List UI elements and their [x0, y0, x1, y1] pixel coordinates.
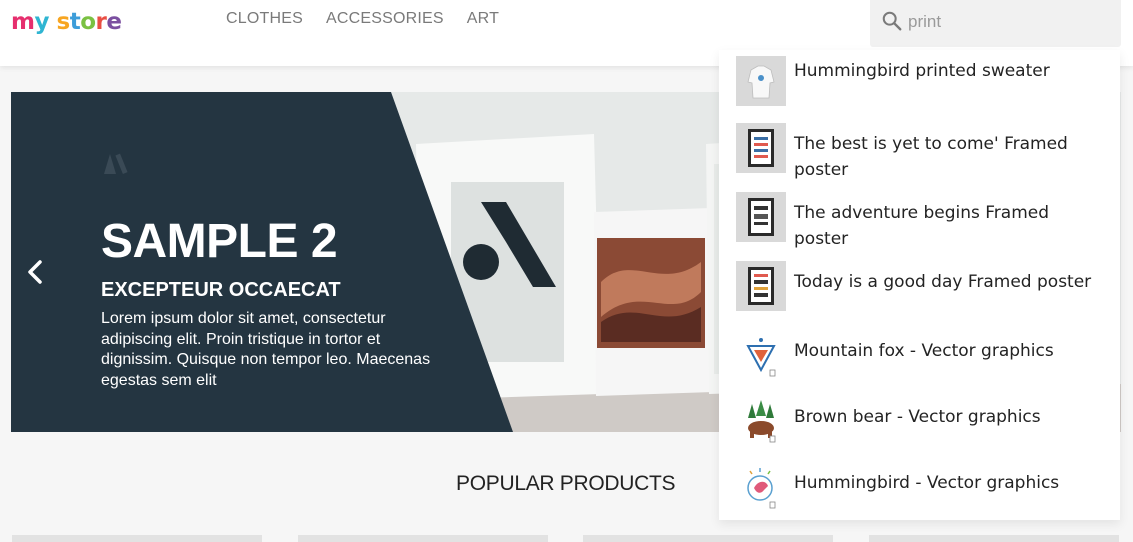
slide-title: SAMPLE 2 — [101, 215, 338, 268]
store-logo[interactable]: my store — [11, 7, 122, 37]
chevron-left-icon[interactable] — [25, 257, 45, 287]
product-thumbnail — [736, 330, 786, 380]
product-thumbnail — [736, 192, 786, 242]
search-results-dropdown: Hummingbird printed sweater The best is … — [719, 50, 1120, 520]
search-result-name: Mountain fox - Vector graphics — [794, 341, 1054, 361]
logo-word-my: my — [11, 9, 49, 35]
slide-subtitle: EXCEPTEUR OCCAECAT — [101, 279, 341, 301]
product-thumbnail — [736, 261, 786, 311]
product-card[interactable] — [298, 535, 548, 542]
search-input[interactable] — [908, 10, 1108, 34]
product-thumbnail — [736, 396, 786, 446]
search-result-name: Hummingbird printed sweater — [794, 61, 1050, 81]
nav-clothes[interactable]: CLOTHES — [226, 10, 303, 28]
search-result-name: The best is yet to come' Framed poster — [794, 134, 1068, 180]
product-card[interactable] — [869, 535, 1119, 542]
product-thumbnail — [736, 56, 786, 106]
product-thumbnail — [736, 462, 786, 512]
product-thumbnail — [736, 123, 786, 173]
popular-products-heading: POPULAR PRODUCTS — [456, 472, 676, 495]
product-card[interactable] — [12, 535, 262, 542]
search-icon — [882, 11, 902, 31]
search-box[interactable] — [870, 0, 1121, 47]
logo-word-store: store — [56, 9, 122, 35]
search-result-name: The adventure begins Framed poster — [794, 203, 1049, 249]
search-result-name: Brown bear - Vector graphics — [794, 407, 1041, 427]
nav-accessories[interactable]: ACCESSORIES — [326, 10, 444, 28]
product-card[interactable] — [583, 535, 833, 542]
search-result-name: Hummingbird - Vector graphics — [794, 473, 1060, 493]
main-nav: CLOTHES ACCESSORIES ART — [226, 10, 499, 28]
search-result-name: Today is a good day Framed poster — [794, 272, 1092, 292]
slide-description: Lorem ipsum dolor sit amet, consectetur … — [101, 310, 431, 389]
nav-art[interactable]: ART — [467, 10, 499, 28]
